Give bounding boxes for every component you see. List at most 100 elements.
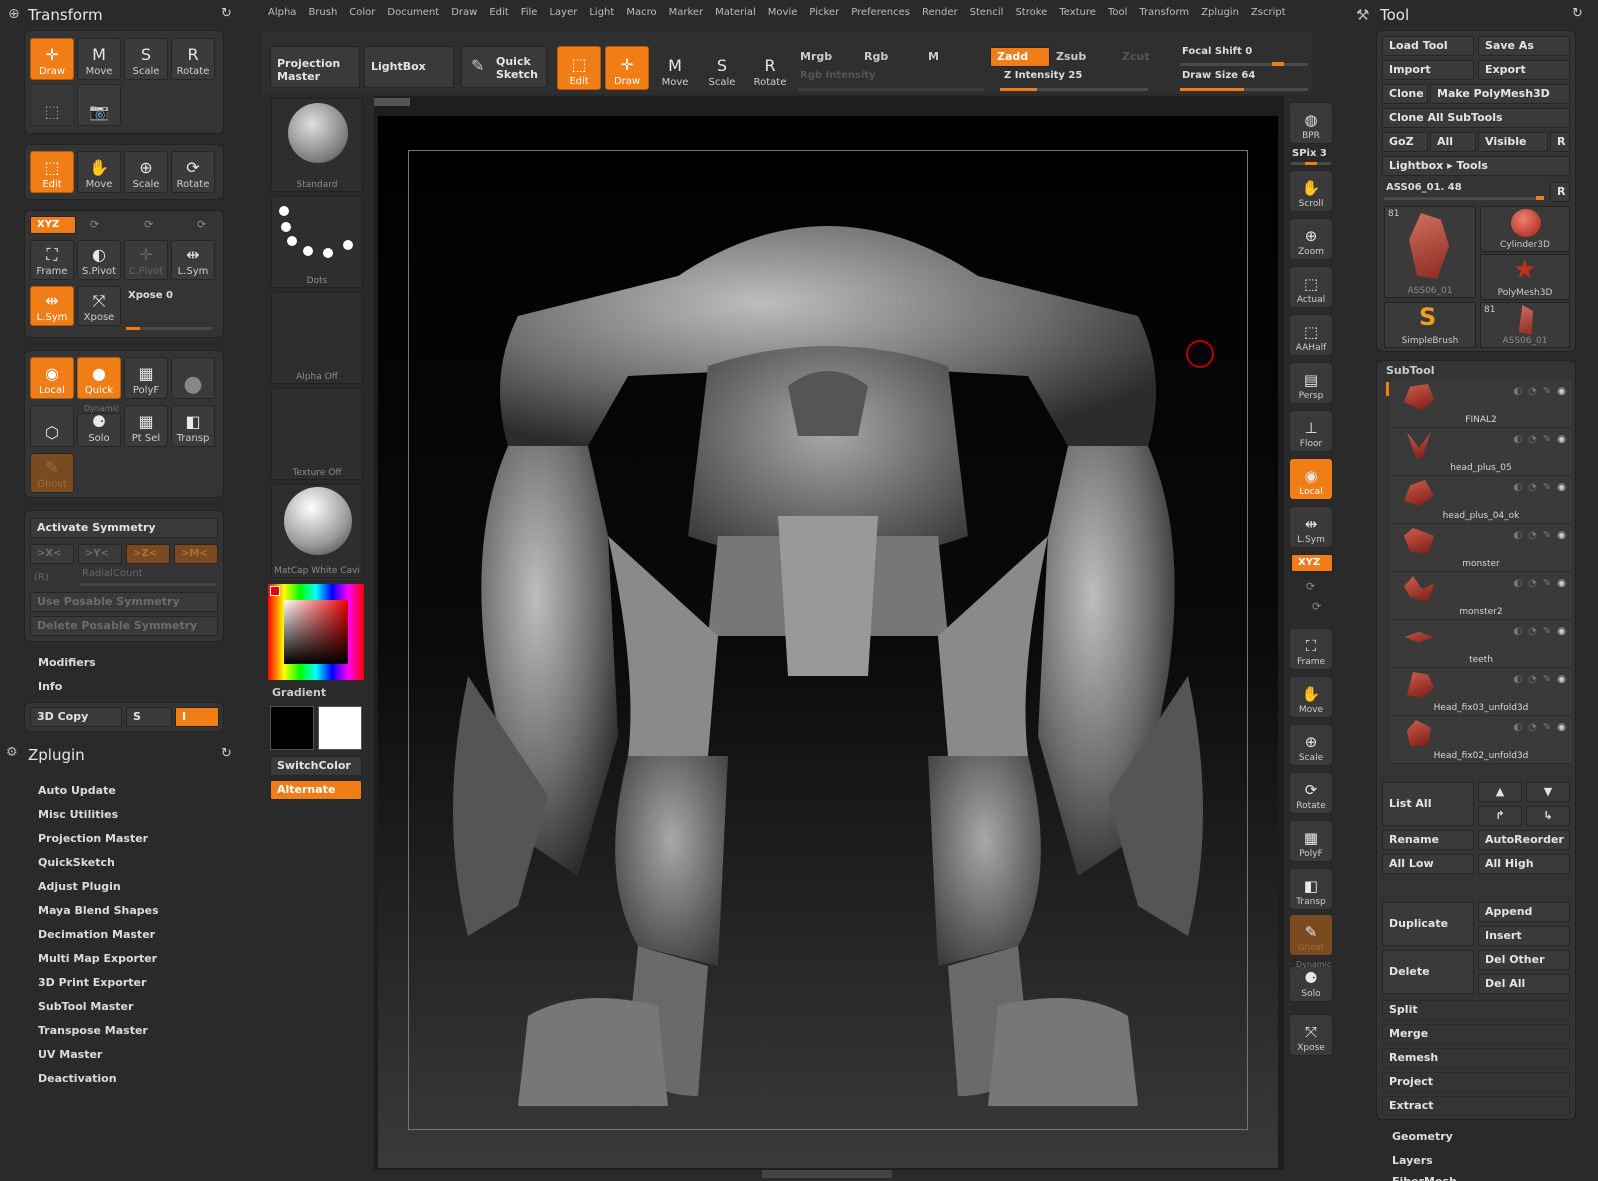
right-solo-button[interactable]: ⚈ Solo — [1289, 966, 1333, 1002]
edit-shelf-button[interactable]: ⬚ Edit — [557, 46, 601, 90]
ptsel-button[interactable]: ▦ Pt Sel — [124, 405, 168, 447]
polypaint-toggle-icon[interactable]: ◐ — [1513, 482, 1522, 493]
all-high-button[interactable]: All High — [1478, 854, 1570, 874]
subtool-row[interactable]: ◐ ◔ ✎ ◉ Head_fix02_unfold3d — [1390, 716, 1572, 764]
menu-document[interactable]: Document — [387, 7, 439, 18]
tool-thumb-polymesh[interactable]: ★ PolyMesh3D — [1480, 254, 1570, 300]
tool-r-button[interactable]: R — [1550, 182, 1570, 202]
brush-toggle-icon[interactable]: ✎ — [1543, 626, 1551, 637]
z-axis-icon[interactable]: ⟳ — [197, 218, 206, 231]
y-axis-icon[interactable]: ⟳ — [144, 218, 153, 231]
project-menu[interactable]: Project — [1382, 1072, 1570, 1092]
xyz-button[interactable]: XYZ — [30, 216, 76, 234]
polypaint-toggle-icon[interactable]: ◐ — [1513, 674, 1522, 685]
axis-rotate-icon[interactable]: ⟳ — [1306, 580, 1315, 593]
polypaint-toggle-icon[interactable]: ◐ — [1513, 530, 1522, 541]
right-transp-button[interactable]: ◧ Transp — [1289, 868, 1333, 910]
color-picker-square[interactable] — [284, 600, 348, 664]
canvas-bottom-scroll[interactable] — [762, 1170, 892, 1178]
subtool-row[interactable]: ◐ ◔ ✎ ◉ head_plus_05 — [1390, 428, 1572, 476]
move-button-2[interactable]: ✋ Move — [77, 151, 121, 193]
menu-render[interactable]: Render — [922, 7, 958, 18]
import-button[interactable]: Import — [1382, 60, 1474, 80]
material-toggle-icon[interactable]: ◔ — [1528, 530, 1537, 541]
info-menu[interactable]: Info — [38, 680, 62, 693]
zplugin-item-maya-blend-shapes[interactable]: Maya Blend Shapes — [38, 904, 159, 917]
move-shelf-button[interactable]: M Move — [653, 46, 697, 90]
texture-thumbnail[interactable]: Texture Off — [271, 388, 363, 480]
draw-button[interactable]: ✛ Draw — [30, 38, 74, 80]
canvas-scroll-indicator[interactable] — [374, 98, 410, 106]
eye-icon[interactable]: ◉ — [1557, 674, 1566, 685]
copy3d-s-button[interactable]: S — [126, 707, 172, 727]
material-toggle-icon[interactable]: ◔ — [1528, 674, 1537, 685]
move-button[interactable]: M Move — [77, 38, 121, 80]
extract-menu[interactable]: Extract — [1382, 1096, 1570, 1116]
axis-rotate-icon[interactable]: ⟳ — [1312, 600, 1321, 613]
polypaint-toggle-icon[interactable]: ◐ — [1513, 722, 1522, 733]
zplugin-item-uv-master[interactable]: UV Master — [38, 1048, 102, 1061]
document-canvas[interactable] — [378, 116, 1278, 1168]
refresh-icon[interactable]: ↻ — [1572, 6, 1583, 21]
mrgb-button[interactable]: Mrgb — [800, 50, 832, 63]
scale-shelf-button[interactable]: S Scale — [700, 46, 744, 90]
material-toggle-icon[interactable]: ◔ — [1528, 386, 1537, 397]
copy3d-i-button[interactable]: I — [175, 707, 219, 727]
rgb-intensity-slider[interactable] — [798, 88, 984, 91]
zplugin-item-quicksketch[interactable]: QuickSketch — [38, 856, 115, 869]
tool-thumb-cylinder[interactable]: Cylinder3D — [1480, 206, 1570, 252]
right-frame-button[interactable]: ⛶ Frame — [1289, 628, 1333, 670]
alternate-button[interactable]: Alternate — [270, 780, 362, 800]
lsym-button[interactable]: ⇹ L.Sym — [171, 240, 215, 280]
menu-alpha[interactable]: Alpha — [268, 7, 296, 18]
x-axis-icon[interactable]: ⟳ — [90, 218, 99, 231]
scale-button[interactable]: S Scale — [124, 38, 168, 80]
primary-color-swatch[interactable] — [318, 706, 362, 750]
menu-file[interactable]: File — [521, 7, 538, 18]
auto-reorder-button[interactable]: AutoReorder — [1478, 830, 1570, 850]
move-up-arrow-button[interactable]: ↱ — [1478, 806, 1522, 826]
zplugin-item-auto-update[interactable]: Auto Update — [38, 784, 116, 797]
menu-draw[interactable]: Draw — [451, 7, 477, 18]
del-other-button[interactable]: Del Other — [1478, 950, 1570, 970]
zplugin-item-subtool-master[interactable]: SubTool Master — [38, 1000, 133, 1013]
material-toggle-icon[interactable]: ◔ — [1528, 482, 1537, 493]
brush-toggle-icon[interactable]: ✎ — [1543, 386, 1551, 397]
zcut-button[interactable]: Zcut — [1122, 50, 1150, 63]
sphere-button[interactable]: ● — [171, 357, 215, 399]
sym-m-button[interactable]: >M< — [174, 544, 218, 564]
edit-button[interactable]: ⬚ Edit — [30, 151, 74, 193]
clone-all-subtools-button[interactable]: Clone All SubTools — [1382, 108, 1570, 128]
split-menu[interactable]: Split — [1382, 1000, 1570, 1020]
right-aahalf-button[interactable]: ⬚ AAHalf — [1289, 314, 1333, 356]
switch-color-button[interactable]: SwitchColor — [270, 756, 362, 776]
color-picker[interactable] — [268, 584, 364, 680]
draw-shelf-button[interactable]: ✛ Draw — [605, 46, 649, 90]
gradient-label[interactable]: Gradient — [272, 686, 326, 699]
frame-button[interactable]: ⛶ Frame — [30, 240, 74, 280]
layers-menu[interactable]: Layers — [1392, 1154, 1433, 1167]
zsub-button[interactable]: Zsub — [1056, 50, 1086, 63]
eye-icon[interactable]: ◉ — [1557, 530, 1566, 541]
rotate-shelf-button[interactable]: R Rotate — [748, 46, 792, 90]
stroke-thumbnail[interactable]: Dots — [271, 196, 363, 288]
right-rotate-button[interactable]: ⟳ Rotate — [1289, 772, 1333, 814]
polypaint-toggle-icon[interactable]: ◐ — [1513, 386, 1522, 397]
alpha-thumbnail[interactable]: Alpha Off — [271, 292, 363, 384]
right-polyf-button[interactable]: ▦ PolyF — [1289, 820, 1333, 862]
sym-y-button[interactable]: >Y< — [78, 544, 122, 564]
brush-toggle-icon[interactable]: ✎ — [1543, 530, 1551, 541]
make-polymesh-button[interactable]: Make PolyMesh3D — [1430, 84, 1570, 104]
zplugin-item-decimation-master[interactable]: Decimation Master — [38, 928, 155, 941]
export-button[interactable]: Export — [1478, 60, 1570, 80]
right-local-button[interactable]: ◉ Local — [1289, 458, 1333, 500]
load-tool-button[interactable]: Load Tool — [1382, 36, 1474, 56]
bpr-button[interactable]: ◍ BPR — [1289, 102, 1333, 144]
menu-preferences[interactable]: Preferences — [851, 7, 910, 18]
move-down-button[interactable]: ▼ — [1526, 782, 1570, 802]
transp-button[interactable]: ◧ Transp — [171, 405, 215, 447]
zplugin-item-deactivation[interactable]: Deactivation — [38, 1072, 117, 1085]
del-all-button[interactable]: Del All — [1478, 974, 1570, 994]
material-toggle-icon[interactable]: ◔ — [1528, 722, 1537, 733]
goz-button[interactable]: GoZ — [1382, 132, 1428, 152]
